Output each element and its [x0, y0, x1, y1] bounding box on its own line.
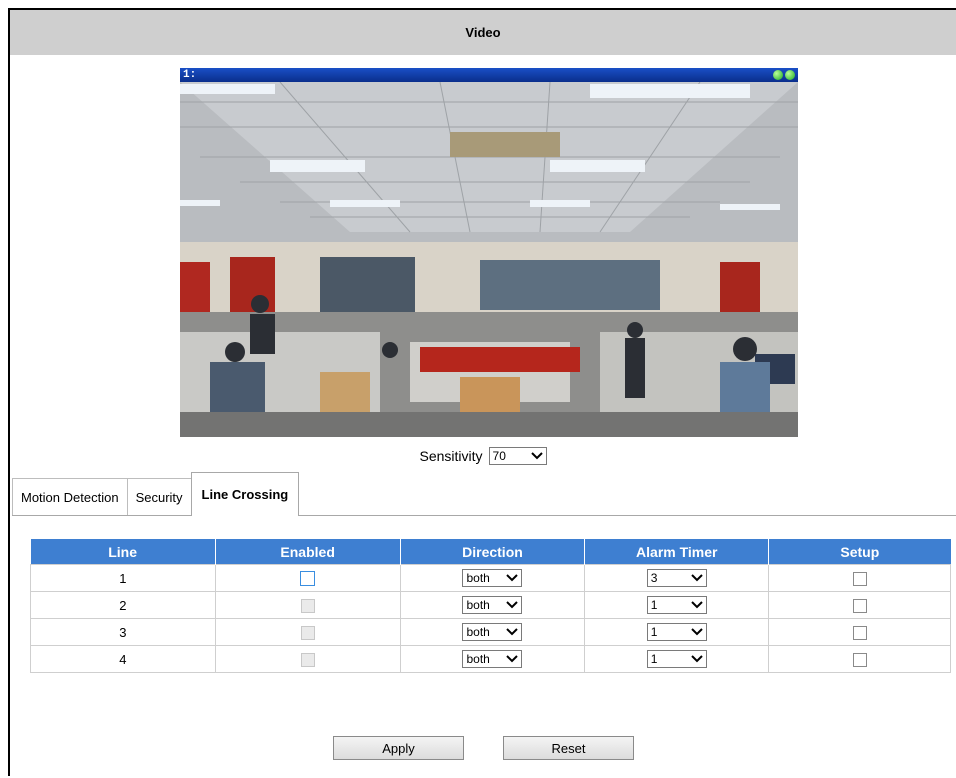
chevron-down-icon — [506, 574, 519, 582]
header-setup: Setup — [768, 539, 951, 565]
table-row: 2 both 1 — [30, 591, 951, 619]
alarm-timer-select[interactable]: 3 — [646, 569, 707, 587]
line-number: 4 — [30, 645, 216, 673]
status-indicator-icon — [773, 70, 783, 80]
table-row: 4 both 1 — [30, 645, 951, 673]
alarm-timer-select[interactable]: 1 — [646, 650, 707, 668]
header-enabled: Enabled — [215, 539, 401, 565]
sensitivity-value: 70 — [492, 449, 506, 463]
enabled-checkbox[interactable] — [300, 571, 316, 587]
tab-motion-detection[interactable]: Motion Detection — [12, 478, 128, 516]
line-number: 2 — [30, 591, 216, 619]
tab-security[interactable]: Security — [126, 478, 192, 516]
chevron-down-icon — [506, 628, 519, 636]
line-number: 3 — [30, 618, 216, 646]
chevron-down-icon — [691, 628, 703, 636]
enabled-checkbox — [300, 625, 315, 640]
reset-button[interactable]: Reset — [503, 736, 634, 760]
table-row: 1 both 3 — [30, 564, 951, 592]
line-number: 1 — [30, 564, 216, 592]
setup-checkbox[interactable] — [852, 571, 867, 586]
line-crossing-table: Line Enabled Direction Alarm Timer Setup… — [30, 539, 951, 673]
direction-select[interactable]: both — [462, 569, 523, 587]
tab-line-crossing[interactable]: Line Crossing — [190, 472, 300, 516]
header-alarm-timer: Alarm Timer — [584, 539, 770, 565]
chevron-down-icon — [530, 452, 543, 460]
status-indicator-icon — [785, 70, 795, 80]
header-line: Line — [30, 539, 216, 565]
chevron-down-icon — [506, 655, 519, 663]
chevron-down-icon — [691, 655, 703, 663]
chevron-down-icon — [506, 601, 519, 609]
video-channel-label: 1: — [183, 69, 197, 81]
alarm-timer-select[interactable]: 1 — [646, 623, 707, 641]
direction-select[interactable]: both — [462, 596, 523, 614]
page-title: Video — [10, 10, 956, 55]
sensitivity-label: Sensitivity — [419, 448, 483, 464]
sensitivity-row: Sensitivity 70 — [10, 447, 956, 465]
video-preview: 1: — [180, 68, 798, 437]
alarm-timer-select[interactable]: 1 — [646, 596, 707, 614]
main-frame: Video 1: Sensitivity 70 Motion Detection… — [8, 8, 956, 776]
table-row: 3 both 1 — [30, 618, 951, 646]
chevron-down-icon — [691, 601, 703, 609]
office-camera-image — [180, 82, 798, 437]
chevron-down-icon — [691, 574, 703, 582]
sensitivity-select[interactable]: 70 — [488, 447, 547, 465]
direction-select[interactable]: both — [462, 650, 523, 668]
header-direction: Direction — [400, 539, 586, 565]
tab-bar: Motion Detection Security Line Crossing — [12, 472, 300, 516]
apply-button[interactable]: Apply — [333, 736, 464, 760]
enabled-checkbox — [300, 598, 315, 613]
enabled-checkbox — [300, 652, 315, 667]
video-title-bar: 1: — [180, 68, 798, 82]
setup-checkbox[interactable] — [852, 652, 867, 667]
setup-checkbox[interactable] — [852, 625, 867, 640]
direction-select[interactable]: both — [462, 623, 523, 641]
line-crossing-panel: Line Enabled Direction Alarm Timer Setup… — [12, 515, 956, 778]
setup-checkbox[interactable] — [852, 598, 867, 613]
table-header-row: Line Enabled Direction Alarm Timer Setup — [30, 539, 951, 565]
